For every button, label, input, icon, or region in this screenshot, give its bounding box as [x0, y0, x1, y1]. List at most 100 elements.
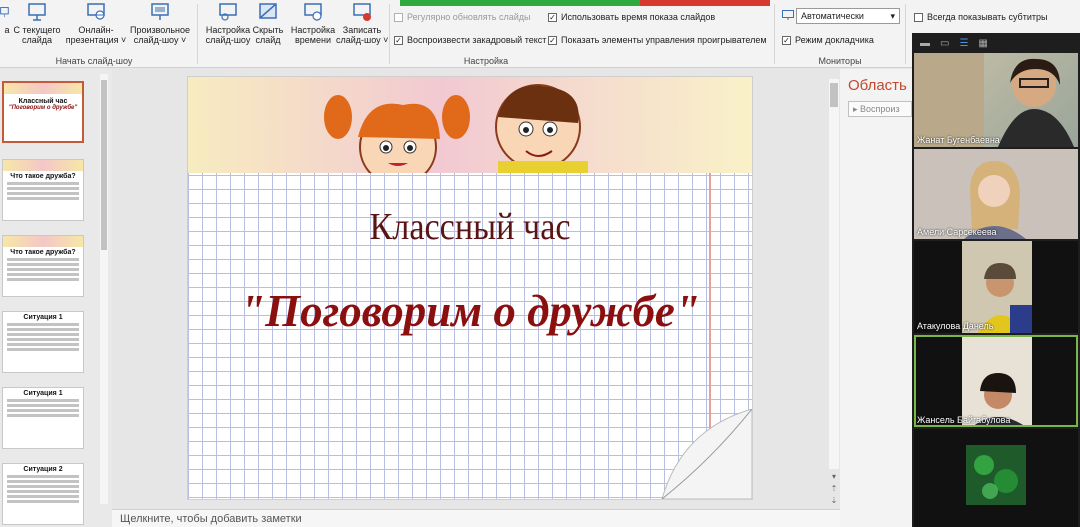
start-group-label: Начать слайд-шоу: [55, 56, 133, 66]
video-tile[interactable]: Жанат Бугенбаевна: [914, 53, 1078, 147]
play-button-label: Воспроиз: [860, 104, 900, 114]
record-slideshow-icon: [353, 3, 371, 21]
slideshow-current-icon: [28, 3, 46, 21]
ribbon-separator: [389, 4, 390, 64]
slide-thumbnail[interactable]: Классный час "Поговорим о дружбе": [2, 81, 84, 143]
refresh-slides-checkbox[interactable]: Регулярно обновлять слайды: [394, 12, 530, 22]
presenter-view-checkbox[interactable]: ✓ Режим докладчика: [782, 35, 874, 45]
participant-name: Атакулова Данель: [917, 321, 994, 331]
play-button[interactable]: ▸ Воспроиз: [848, 101, 912, 117]
thumbnail-text-lines: [3, 182, 83, 200]
participant-video: [966, 445, 1026, 505]
play-narration-checkbox[interactable]: ✓ Воспроизвести закадровый текст: [394, 35, 546, 45]
ribbon-separator: [197, 4, 198, 64]
gallery-view-icon[interactable]: ▦: [978, 38, 987, 49]
setup-slideshow-icon: [219, 3, 237, 21]
rehearse-timings-button[interactable]: Настройка времени: [290, 2, 336, 45]
show-media-controls-checkbox[interactable]: ✓ Показать элементы управления проигрыва…: [548, 35, 767, 45]
hide-slide-icon: [259, 3, 277, 19]
thumbnail-title: Ситуация 2: [23, 466, 63, 473]
thumbnail-scrollbar[interactable]: [100, 74, 108, 504]
start-slideshow-group: а С текущего слайда Онлайн- презентация …: [0, 0, 190, 68]
use-timings-checkbox[interactable]: ✓ Использовать время показа слайдов: [548, 12, 715, 22]
notes-pane[interactable]: Щелкните, чтобы добавить заметки: [112, 509, 840, 527]
participant-name: Амели Сарсекеева: [917, 227, 997, 237]
thumbnail-header: [3, 160, 83, 171]
chevron-down-icon: ▾: [890, 10, 895, 21]
thumbnail-title: Ситуация 1: [23, 390, 63, 397]
checkbox-box: ✓: [782, 35, 791, 45]
custom-slideshow-label: Произвольное слайд-шоу ˅: [129, 25, 191, 45]
participant-video: [962, 241, 1032, 333]
use-timings-label: Использовать время показа слайдов: [561, 12, 716, 22]
setup-group: Настройка слайд-шоу Скрыть слайд Настрой…: [200, 0, 772, 68]
single-view-icon[interactable]: ▭: [940, 38, 949, 49]
monitor-icon: [782, 10, 794, 20]
thumbnail-title: Классный час: [18, 98, 68, 105]
thumbnail-text-lines: [3, 399, 83, 417]
refresh-slides-label: Регулярно обновлять слайды: [407, 12, 531, 22]
ribbon-separator: [905, 4, 906, 64]
slide-title[interactable]: Классный час: [216, 205, 724, 249]
hide-slide-button[interactable]: Скрыть слайд: [252, 2, 284, 45]
show-media-controls-label: Показать элементы управления проигрывате…: [561, 35, 767, 45]
participant-video: [914, 149, 1078, 239]
video-tile[interactable]: Атакулова Данель: [914, 241, 1078, 333]
slide-thumbnail[interactable]: Что такое дружба?: [2, 235, 84, 297]
slide-thumbnail[interactable]: Ситуация 1: [2, 387, 84, 449]
online-presentation-button[interactable]: Онлайн- презентация ˅: [64, 2, 128, 45]
cartoon-children-image: [324, 84, 588, 186]
custom-slideshow-icon: [151, 3, 169, 20]
monitor-select[interactable]: Автоматически ▾: [796, 8, 900, 24]
slide-header-illustration: [188, 77, 752, 186]
participant-video: [914, 53, 1074, 147]
slide-thumbnail[interactable]: Что такое дружба?: [2, 159, 84, 221]
notes-placeholder: Щелкните, чтобы добавить заметки: [120, 513, 302, 525]
from-current-slide-label: С текущего слайда: [13, 25, 61, 45]
always-subtitles-checkbox[interactable]: Всегда показывать субтитры: [914, 12, 1047, 22]
video-tile[interactable]: Амели Сарсекеева: [914, 149, 1078, 239]
video-tile-active-speaker[interactable]: Жансель Байгабулова: [914, 335, 1078, 427]
thumbnail-text-lines: [3, 323, 83, 351]
minimize-icon[interactable]: ▬: [920, 38, 930, 49]
video-call-panel: ▬ ▭ ☰ ▦ Жанат Бугенбаевна Амели Сарсекее…: [912, 33, 1080, 527]
record-slideshow-button[interactable]: Записать слайд-шоу ˅: [336, 2, 388, 45]
online-presentation-icon: [87, 3, 105, 20]
slide-editor: Классный час "Поговорим о дружбе" ▾ ⇡ ⇣: [112, 69, 840, 509]
from-current-slide-button[interactable]: С текущего слайда: [12, 2, 62, 45]
rehearse-timings-icon: [304, 3, 322, 21]
online-presentation-label: Онлайн- презентация ˅: [65, 25, 127, 45]
ribbon-separator: [774, 4, 775, 64]
thumbnail-text-lines: [3, 258, 83, 281]
checkbox-box: [914, 12, 923, 22]
participant-video: [962, 335, 1032, 427]
scrollbar-thumb[interactable]: [830, 83, 838, 107]
custom-slideshow-button[interactable]: Произвольное слайд-шоу ˅: [128, 2, 192, 45]
slide-thumbnail[interactable]: Ситуация 2: [2, 463, 84, 525]
strip-view-icon[interactable]: ☰: [959, 38, 968, 49]
checkbox-box: [394, 12, 403, 22]
thumbnail-header: [4, 83, 82, 94]
scrollbar-thumb[interactable]: [101, 80, 107, 250]
thumbnail-title: Что такое дружба?: [10, 173, 76, 180]
thumbnail-text-lines: [3, 475, 83, 503]
setup-slideshow-label: Настройка слайд-шоу: [205, 25, 251, 45]
current-slide[interactable]: Классный час "Поговорим о дружбе": [187, 76, 753, 500]
thumbnail-header: [3, 236, 83, 247]
slide-scrollbar[interactable]: [829, 79, 839, 469]
slide-subtitle[interactable]: "Поговорим о дружбе": [188, 285, 752, 337]
page-curl-decoration: [661, 409, 752, 499]
checkbox-box: ✓: [548, 12, 557, 22]
slide-nav-arrows[interactable]: ▾ ⇡ ⇣: [828, 471, 840, 507]
video-tile[interactable]: [914, 429, 1078, 527]
thumbnail-title: Что такое дружба?: [10, 249, 76, 256]
slide-thumbnail-panel: Классный час "Поговорим о дружбе" Что та…: [0, 69, 112, 527]
monitors-group-label: Мониторы: [818, 56, 862, 66]
slide-thumbnail[interactable]: Ситуация 1: [2, 311, 84, 373]
participant-name: Жанат Бугенбаевна: [917, 135, 1000, 145]
monitor-select-value: Автоматически: [801, 11, 864, 21]
record-slideshow-label: Записать слайд-шоу ˅: [336, 25, 389, 45]
video-panel-toolbar: ▬ ▭ ☰ ▦: [912, 33, 1080, 53]
setup-slideshow-button[interactable]: Настройка слайд-шоу: [204, 2, 252, 45]
checkbox-box: ✓: [548, 35, 557, 45]
